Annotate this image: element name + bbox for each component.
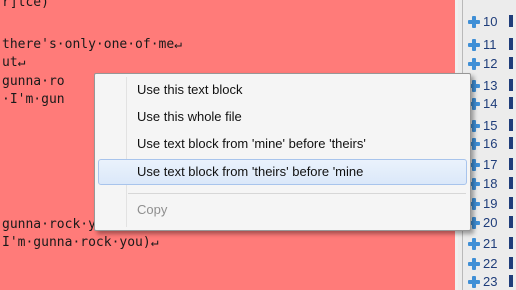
gutter-row: 12 <box>466 55 497 72</box>
code-line: ut↵ <box>2 55 26 70</box>
code-line: ·I'm·gun <box>2 92 65 107</box>
line-number: 19 <box>483 196 498 211</box>
gutter-row: 22 <box>466 255 497 272</box>
line-number: 22 <box>483 256 498 271</box>
line-number: 18 <box>483 176 498 191</box>
gutter-row: 23 <box>466 273 497 290</box>
line-number: 16 <box>483 136 498 151</box>
line-number: 21 <box>483 236 498 251</box>
added-line-plus-icon <box>466 56 482 72</box>
line-number: 13 <box>483 78 498 93</box>
added-line-plus-icon <box>466 256 482 272</box>
line-number: 17 <box>483 157 498 172</box>
code-line: there's·only·one·of·me↵ <box>2 37 183 52</box>
menu-item-label: Use text block from 'mine' before 'their… <box>137 136 366 151</box>
menu-item-mine-before-theirs[interactable]: Use text block from 'mine' before 'their… <box>98 131 467 157</box>
added-line-plus-icon <box>466 14 482 30</box>
change-marker <box>505 255 516 272</box>
gutter-row: 11 <box>466 36 497 53</box>
line-number: 23 <box>483 274 498 289</box>
context-menu: Use this text block Use this whole file … <box>94 73 471 231</box>
menu-item-use-whole-file[interactable]: Use this whole file <box>98 104 467 130</box>
menu-item-use-text-block[interactable]: Use this text block <box>98 77 467 103</box>
added-line-plus-icon <box>466 236 482 252</box>
line-number: 15 <box>483 118 498 133</box>
menu-item-label: Copy <box>137 202 168 217</box>
change-marker <box>505 273 516 290</box>
code-line: r]lce) <box>2 0 49 10</box>
change-marker <box>505 13 516 30</box>
gutter-row: 10 <box>466 13 497 30</box>
menu-item-theirs-before-mine[interactable]: Use text block from 'theirs' before 'min… <box>98 159 467 185</box>
menu-item-label: Use this text block <box>137 82 243 97</box>
line-number: 10 <box>483 14 498 29</box>
menu-item-label: Use this whole file <box>137 109 242 124</box>
change-marker <box>505 195 516 212</box>
menu-item-copy[interactable]: Copy <box>98 197 467 223</box>
change-marker <box>505 36 516 53</box>
gutter-row: 21 <box>466 235 497 252</box>
line-number: 12 <box>483 56 498 71</box>
line-number: 20 <box>483 215 498 230</box>
change-marker <box>505 156 516 173</box>
menu-separator <box>128 193 466 194</box>
change-marker <box>505 175 516 192</box>
change-marker <box>505 77 516 94</box>
change-marker <box>505 235 516 252</box>
line-number: 14 <box>483 96 498 111</box>
change-marker <box>505 135 516 152</box>
added-line-plus-icon <box>466 37 482 53</box>
change-marker <box>505 95 516 112</box>
code-line: gunna·ro <box>2 74 65 89</box>
added-line-plus-icon <box>466 274 482 290</box>
line-number: 11 <box>483 37 497 52</box>
code-line: I'm·gunna·rock·you)↵ <box>2 235 159 250</box>
change-marker <box>505 214 516 231</box>
change-marker <box>505 55 516 72</box>
change-marker <box>505 117 516 134</box>
menu-item-label: Use text block from 'theirs' before 'min… <box>137 164 364 179</box>
